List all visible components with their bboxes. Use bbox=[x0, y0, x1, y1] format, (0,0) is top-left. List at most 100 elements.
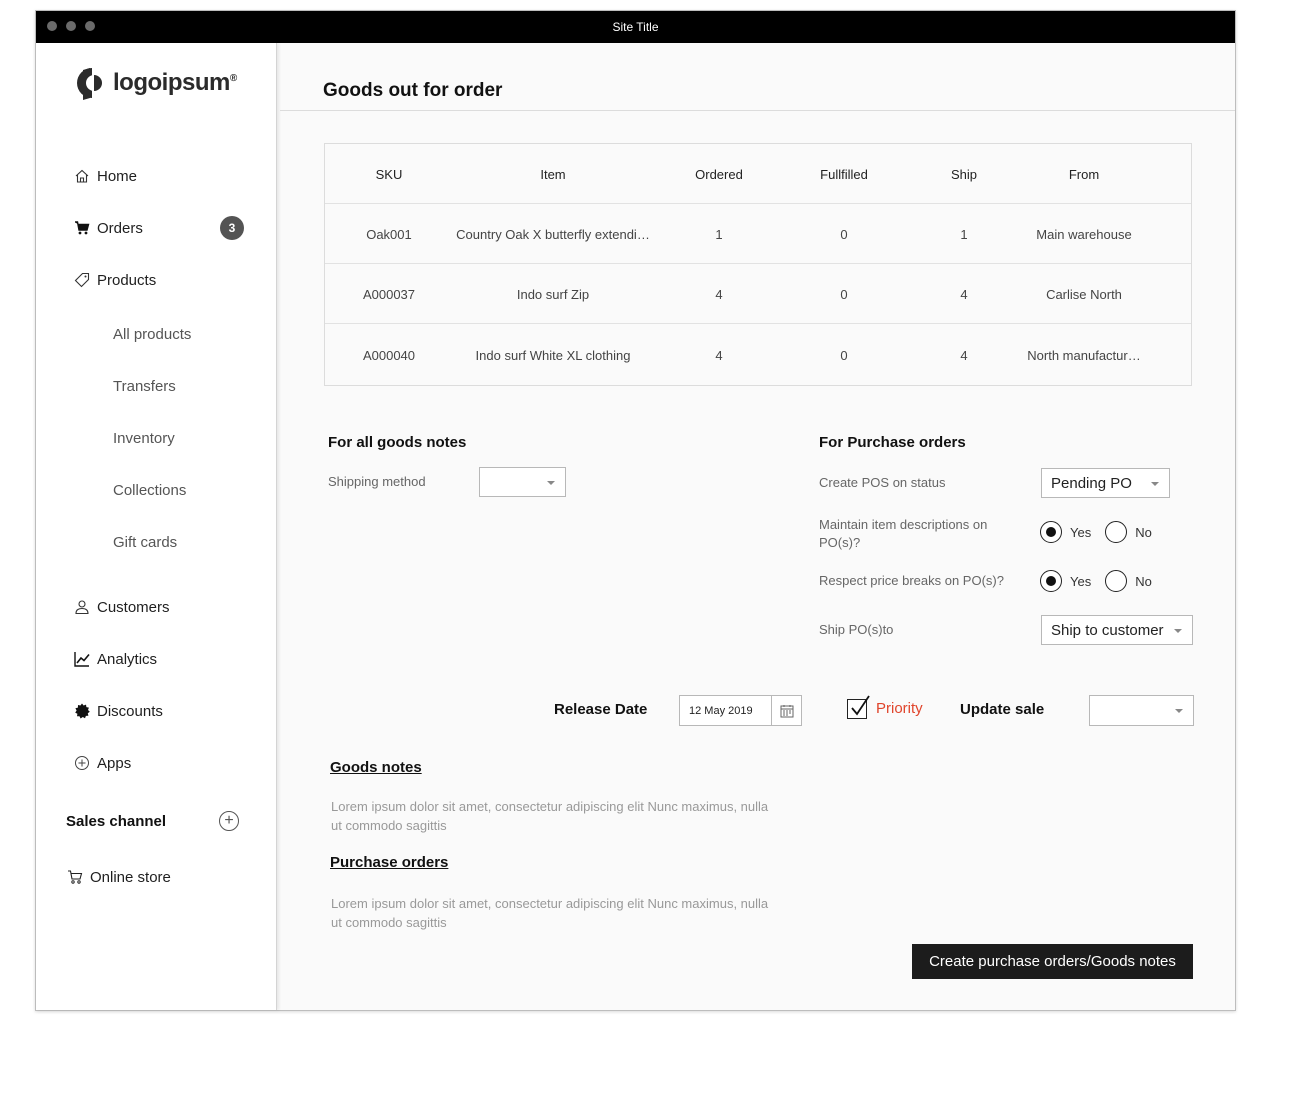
cell-sku: A000037 bbox=[362, 286, 416, 302]
person-icon bbox=[73, 598, 91, 616]
sidebar-subitem-collections[interactable]: Collections bbox=[113, 482, 186, 499]
radio-label-yes: Yes bbox=[1070, 573, 1092, 589]
update-sale-label: Update sale bbox=[960, 701, 1045, 718]
column-header-item[interactable]: Item bbox=[453, 144, 653, 204]
release-date-value: 12 May 2019 bbox=[689, 704, 753, 717]
sidebar-item-products[interactable]: Products bbox=[73, 268, 156, 292]
checkmark-icon bbox=[851, 695, 870, 716]
cart-icon bbox=[73, 219, 91, 237]
shipping-method-label: Shipping method bbox=[328, 474, 426, 489]
column-header-fulfilled[interactable]: Fullfilled bbox=[804, 144, 884, 204]
maintain-descriptions-no-radio[interactable] bbox=[1105, 521, 1128, 543]
sidebar-item-label: Customers bbox=[97, 598, 170, 616]
cell-ship: 1 bbox=[960, 226, 968, 242]
cell-from: Carlise North bbox=[1046, 286, 1122, 302]
cell-from: North manufactur… bbox=[1027, 347, 1141, 363]
sidebar-item-discounts[interactable]: Discounts bbox=[73, 699, 163, 723]
plus-circle-icon bbox=[73, 754, 91, 772]
respect-price-breaks-label: Respect price breaks on PO(s)? bbox=[819, 573, 1004, 588]
window-title: Site Title bbox=[612, 20, 659, 34]
calendar-icon[interactable] bbox=[771, 696, 801, 725]
cell-ordered: 4 bbox=[715, 286, 723, 302]
column-header-from[interactable]: From bbox=[1024, 144, 1144, 204]
column-header-sku[interactable]: SKU bbox=[345, 144, 433, 204]
table-row[interactable]: Oak001 Country Oak X butterfly extendi… … bbox=[325, 204, 1191, 264]
cell-sku: A000040 bbox=[362, 347, 416, 363]
add-sales-channel-button[interactable]: + bbox=[219, 811, 239, 831]
goods-notes-heading[interactable]: Goods notes bbox=[330, 759, 422, 776]
sidebar-item-label: Discounts bbox=[97, 702, 163, 720]
release-date-label: Release Date bbox=[554, 701, 648, 718]
goods-notes-form-heading: For all goods notes bbox=[328, 434, 467, 451]
sidebar-subitem-all-products[interactable]: All products bbox=[113, 326, 191, 343]
sidebar-item-label: Home bbox=[97, 167, 138, 185]
cell-ship: 4 bbox=[960, 347, 968, 363]
cell-fulfilled: 0 bbox=[840, 286, 848, 302]
priority-checkbox[interactable] bbox=[847, 695, 870, 719]
cell-ship: 4 bbox=[960, 286, 968, 302]
chevron-down-icon bbox=[1174, 629, 1182, 633]
sidebar-subitem-inventory[interactable]: Inventory bbox=[113, 430, 175, 447]
table-row[interactable]: A000037 Indo surf Zip 4 0 4 Carlise Nort… bbox=[325, 264, 1191, 324]
tag-icon bbox=[73, 271, 91, 289]
sidebar-item-home[interactable]: Home bbox=[73, 164, 137, 188]
radio-label-no: No bbox=[1135, 524, 1152, 540]
respect-price-breaks-yes-radio[interactable] bbox=[1040, 570, 1062, 592]
sidebar: logoipsum® Home Orders 3 Products All pr… bbox=[36, 43, 277, 1010]
ship-pos-to-value: Ship to customer bbox=[1051, 621, 1164, 639]
create-pos-status-label: Create POS on status bbox=[819, 475, 946, 490]
sidebar-item-analytics[interactable]: Analytics bbox=[73, 647, 157, 671]
sidebar-item-orders[interactable]: Orders bbox=[73, 216, 143, 240]
respect-price-breaks-no-radio[interactable] bbox=[1105, 570, 1128, 592]
page-title: Goods out for order bbox=[323, 80, 503, 101]
sales-channel-heading: Sales channel bbox=[66, 813, 167, 830]
maintain-descriptions-label: Maintain item descriptions on PO(s)? bbox=[819, 517, 988, 550]
purchase-orders-heading[interactable]: Purchase orders bbox=[330, 854, 448, 871]
cell-fulfilled: 0 bbox=[840, 226, 848, 242]
sidebar-item-label: Orders bbox=[97, 219, 143, 237]
sidebar-item-label: Apps bbox=[97, 754, 132, 772]
sidebar-subitem-gift-cards[interactable]: Gift cards bbox=[113, 534, 177, 551]
respect-price-breaks-radio-group: Yes No bbox=[1040, 570, 1166, 592]
chevron-down-icon bbox=[547, 481, 555, 485]
sidebar-item-customers[interactable]: Customers bbox=[73, 595, 170, 619]
sidebar-item-label: Online store bbox=[90, 868, 171, 886]
sidebar-item-apps[interactable]: Apps bbox=[73, 751, 131, 775]
shipping-method-select[interactable] bbox=[479, 467, 566, 497]
goods-notes-text: Lorem ipsum dolor sit amet, consectetur … bbox=[331, 799, 769, 833]
cell-fulfilled: 0 bbox=[840, 347, 848, 363]
sidebar-subitem-transfers[interactable]: Transfers bbox=[113, 378, 176, 395]
chart-icon bbox=[73, 650, 91, 668]
release-date-input[interactable]: 12 May 2019 bbox=[679, 695, 802, 726]
logo-mark-icon bbox=[77, 68, 102, 100]
create-pos-status-select[interactable]: Pending PO bbox=[1041, 468, 1170, 498]
radio-label-no: No bbox=[1135, 573, 1152, 589]
purchase-orders-text: Lorem ipsum dolor sit amet, consectetur … bbox=[331, 896, 769, 930]
create-purchase-orders-button[interactable]: Create purchase orders/Goods notes bbox=[912, 944, 1193, 979]
cell-item: Indo surf White XL clothing bbox=[475, 347, 631, 363]
column-header-ship[interactable]: Ship bbox=[924, 144, 1004, 204]
maintain-descriptions-yes-radio[interactable] bbox=[1040, 521, 1062, 543]
table-row[interactable]: A000040 Indo surf White XL clothing 4 0 … bbox=[325, 325, 1191, 385]
main-content: Goods out for order SKU Item Ordered Ful… bbox=[280, 43, 1235, 1010]
home-icon bbox=[73, 167, 91, 185]
column-header-ordered[interactable]: Ordered bbox=[679, 144, 759, 204]
ship-pos-to-select[interactable]: Ship to customer bbox=[1041, 615, 1193, 645]
chevron-down-icon bbox=[1151, 482, 1159, 486]
orders-count-badge: 3 bbox=[220, 216, 244, 240]
sidebar-item-label: Analytics bbox=[97, 650, 158, 668]
cell-sku: Oak001 bbox=[366, 226, 412, 242]
purchase-form-heading: For Purchase orders bbox=[819, 434, 966, 451]
title-bar: Site Title bbox=[36, 11, 1235, 43]
logo[interactable]: logoipsum® bbox=[77, 65, 237, 101]
sidebar-item-label: Products bbox=[97, 271, 157, 289]
cell-ordered: 1 bbox=[715, 226, 723, 242]
cart-outline-icon bbox=[66, 868, 84, 886]
cell-item: Country Oak X butterfly extendi… bbox=[456, 226, 650, 242]
table-header-row: SKU Item Ordered Fullfilled Ship From bbox=[325, 144, 1191, 204]
logo-text: logoipsum® bbox=[113, 69, 237, 96]
update-sale-select[interactable] bbox=[1089, 695, 1194, 726]
cell-item: Indo surf Zip bbox=[516, 286, 590, 302]
sidebar-item-online-store[interactable]: Online store bbox=[66, 865, 171, 889]
ship-pos-to-label: Ship PO(s)to bbox=[819, 622, 894, 637]
